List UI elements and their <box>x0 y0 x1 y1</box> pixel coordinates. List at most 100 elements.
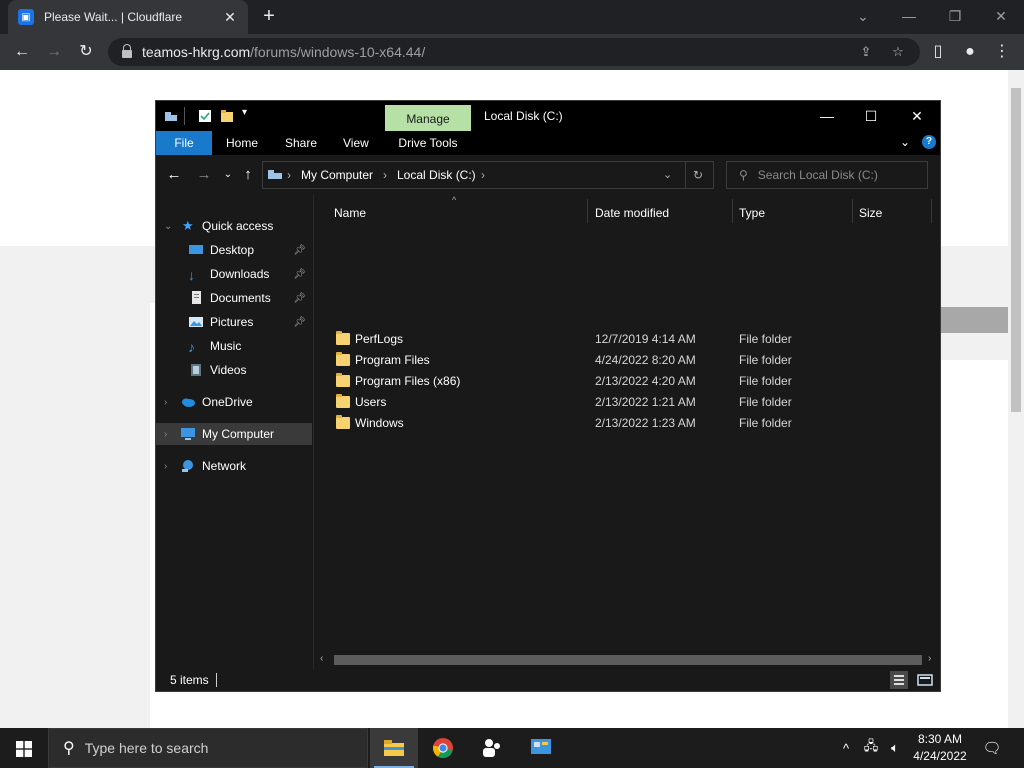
table-row[interactable]: Users 2/13/2022 1:21 AM File folder <box>326 392 926 413</box>
show-hidden-icons-chevron-icon[interactable]: ^ <box>836 728 856 768</box>
tab-share[interactable]: Share <box>285 131 317 155</box>
search-box[interactable]: ⚲ <box>726 161 928 189</box>
profile-avatar-icon[interactable]: ● <box>958 40 982 64</box>
address-bar[interactable]: › My Computer › Local Disk (C:) › ⌄ ↻ <box>262 161 714 189</box>
clock-date: 4/24/2022 <box>913 749 967 763</box>
tab-search-chevron-icon[interactable]: ⌄ <box>840 4 886 28</box>
reload-icon[interactable]: ↻ <box>74 40 98 64</box>
new-folder-icon[interactable] <box>220 109 234 123</box>
side-panel-icon[interactable]: ▯ <box>926 40 950 64</box>
table-row[interactable]: Windows 2/13/2022 1:23 AM File folder <box>326 413 926 434</box>
start-button[interactable] <box>0 728 48 768</box>
windows-taskbar: ⚲ Type here to search ^ 🖧︎ 🔈︎ 8:30 AM 4/… <box>0 728 1024 768</box>
taskbar-file-explorer[interactable] <box>370 728 418 768</box>
folder-icon <box>336 373 350 387</box>
table-row[interactable]: Program Files 4/24/2022 8:20 AM File fol… <box>326 350 926 371</box>
column-header-type[interactable]: Type <box>739 203 765 223</box>
horizontal-scrollbar[interactable]: ‹ › <box>316 651 940 669</box>
breadcrumb-separator-icon[interactable]: › <box>287 168 291 182</box>
refresh-icon[interactable]: ↻ <box>693 168 703 182</box>
tab-drive-tools[interactable]: Drive Tools <box>385 131 471 155</box>
nav-documents[interactable]: Documents 📌︎ <box>156 287 312 309</box>
new-tab-button[interactable]: + <box>258 6 280 28</box>
cloudflare-favicon-icon: ▣ <box>18 9 34 25</box>
taskbar-control-panel[interactable] <box>517 728 565 768</box>
nav-pictures[interactable]: Pictures 📌︎ <box>156 311 312 333</box>
expand-chevron-icon[interactable]: › <box>164 397 167 408</box>
pin-icon[interactable]: 📌︎ <box>293 293 306 304</box>
breadcrumb-separator-icon[interactable]: › <box>383 168 387 182</box>
share-icon[interactable]: ⇪ <box>856 42 876 62</box>
explorer-close-icon[interactable]: ✕ <box>894 105 940 127</box>
tab-file[interactable]: File <box>156 131 212 155</box>
breadcrumb-separator-icon[interactable]: › <box>481 168 485 182</box>
minimize-icon[interactable]: — <box>886 4 932 28</box>
table-row[interactable]: Program Files (x86) 2/13/2022 4:20 AM Fi… <box>326 371 926 392</box>
nav-music[interactable]: ♪ Music <box>156 335 312 357</box>
explorer-title-bar: ▾ Manage Local Disk (C:) — ☐ ✕ <box>156 101 940 131</box>
nav-desktop[interactable]: Desktop 📌︎ <box>156 239 312 261</box>
up-arrow-icon[interactable]: ↑ <box>238 165 258 185</box>
search-input[interactable] <box>757 168 918 182</box>
expand-chevron-icon[interactable]: ⌄ <box>164 221 172 232</box>
column-divider[interactable] <box>732 199 733 223</box>
address-bar[interactable]: teamos-hkrg.com /forums/windows-10-x64.4… <box>108 38 920 66</box>
network-tray-icon[interactable]: 🖧︎ <box>860 728 882 768</box>
tab-close-icon[interactable]: ✕ <box>222 9 238 26</box>
breadcrumb-local-disk[interactable]: Local Disk (C:) <box>397 168 476 182</box>
qat-customize-icon[interactable]: ▾ <box>242 107 247 118</box>
table-row[interactable]: PerfLogs 12/7/2019 4:14 AM File folder <box>326 329 926 350</box>
more-menu-icon[interactable]: ⋮ <box>990 40 1014 64</box>
properties-check-icon[interactable] <box>198 109 212 123</box>
help-icon[interactable]: ? <box>922 135 936 149</box>
pin-icon[interactable]: 📌︎ <box>293 317 306 328</box>
breadcrumb-my-computer[interactable]: My Computer <box>301 168 373 182</box>
back-arrow-icon[interactable]: ← <box>164 165 184 185</box>
expand-chevron-icon[interactable]: › <box>164 461 167 472</box>
nav-videos[interactable]: Videos <box>156 359 312 381</box>
column-divider[interactable] <box>931 199 932 223</box>
ribbon-expand-chevron-icon[interactable]: ⌄ <box>900 135 910 149</box>
column-header-name[interactable]: Name <box>334 203 366 223</box>
column-divider[interactable] <box>587 199 588 223</box>
close-icon[interactable]: ✕ <box>978 4 1024 28</box>
horizontal-scrollbar-thumb[interactable] <box>334 655 922 665</box>
forward-arrow-icon[interactable]: → <box>42 40 66 64</box>
nav-onedrive[interactable]: › OneDrive <box>156 391 312 413</box>
action-center-notification-icon[interactable]: 🗨︎ <box>978 728 1006 768</box>
explorer-maximize-icon[interactable]: ☐ <box>848 105 894 127</box>
scroll-right-arrow-icon[interactable]: › <box>928 653 931 664</box>
pin-icon[interactable]: 📌︎ <box>293 245 306 256</box>
nav-downloads[interactable]: ↓ Downloads 📌︎ <box>156 263 312 285</box>
tab-home[interactable]: Home <box>226 131 258 155</box>
volume-icon[interactable]: 🔈︎ <box>884 728 906 768</box>
large-icons-view-icon[interactable] <box>916 671 934 689</box>
nav-network[interactable]: › Network <box>156 455 312 477</box>
taskbar-people-app[interactable] <box>468 728 516 768</box>
back-arrow-icon[interactable]: ← <box>10 40 34 64</box>
tab-view[interactable]: View <box>343 131 369 155</box>
nav-quick-access[interactable]: ⌄ ★ Quick access <box>156 215 312 237</box>
column-header-date-modified[interactable]: Date modified <box>595 203 669 223</box>
browser-tab[interactable]: ▣ Please Wait... | Cloudflare ✕ <box>8 0 248 34</box>
page-scrollbar-thumb[interactable] <box>1011 88 1021 412</box>
file-type: File folder <box>739 416 792 430</box>
windows-logo-icon <box>16 741 32 757</box>
manage-context-tab[interactable]: Manage <box>385 105 471 131</box>
forward-arrow-icon[interactable]: → <box>194 165 214 185</box>
column-divider[interactable] <box>852 199 853 223</box>
column-header-size[interactable]: Size <box>859 203 882 223</box>
explorer-minimize-icon[interactable]: — <box>804 105 850 127</box>
nav-my-computer[interactable]: › My Computer <box>156 423 312 445</box>
taskbar-chrome[interactable] <box>419 728 467 768</box>
pin-icon[interactable]: 📌︎ <box>293 269 306 280</box>
expand-chevron-icon[interactable]: › <box>164 429 167 440</box>
taskbar-clock[interactable]: 8:30 AM 4/24/2022 <box>905 731 975 765</box>
address-history-chevron-icon[interactable]: ⌄ <box>663 168 672 181</box>
details-view-icon[interactable] <box>890 671 908 689</box>
taskbar-search-box[interactable]: ⚲ Type here to search <box>48 728 368 768</box>
scroll-left-arrow-icon[interactable]: ‹ <box>320 653 323 664</box>
bookmark-star-icon[interactable]: ☆ <box>888 42 908 62</box>
restore-icon[interactable]: ❐ <box>932 4 978 28</box>
recent-locations-chevron-icon[interactable]: ⌄ <box>218 165 238 185</box>
